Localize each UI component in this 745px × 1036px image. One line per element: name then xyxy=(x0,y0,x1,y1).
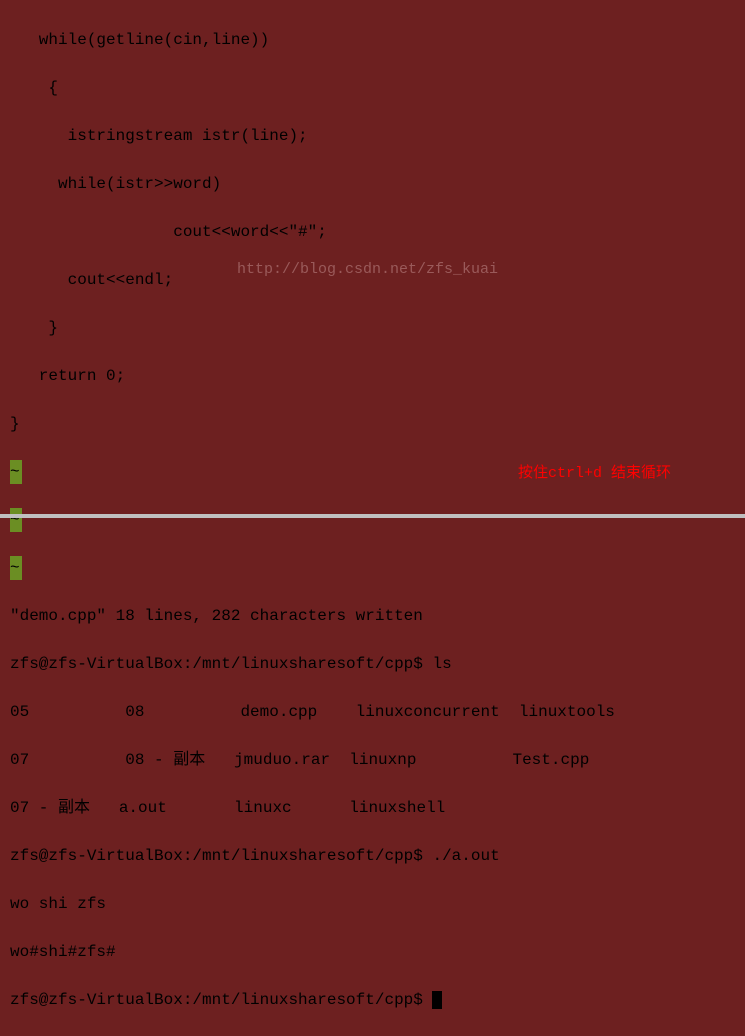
tilde-line: ~ xyxy=(10,508,735,532)
code-line: { xyxy=(10,76,735,100)
terminal-content[interactable]: while(getline(cin,line)) { istringstream… xyxy=(0,0,745,1036)
shell-prompt: zfs@zfs-VirtualBox:/mnt/linuxsharesoft/c… xyxy=(10,844,735,868)
ls-output: 07 - 副本 a.out linuxc linuxshell xyxy=(10,796,735,820)
code-line: istringstream istr(line); xyxy=(10,124,735,148)
shell-prompt: zfs@zfs-VirtualBox:/mnt/linuxsharesoft/c… xyxy=(10,652,735,676)
code-line: while(getline(cin,line)) xyxy=(10,28,735,52)
cursor-icon[interactable] xyxy=(432,991,442,1009)
watermark-text: http://blog.csdn.net/zfs_kuai xyxy=(237,261,498,278)
annotation-text: 按住ctrl+d 结束循环 xyxy=(518,461,671,482)
code-line: cout<<word<<"#"; xyxy=(10,220,735,244)
code-line: } xyxy=(10,316,735,340)
tilde-marker: ~ xyxy=(10,460,22,484)
code-line: } xyxy=(10,412,735,436)
ls-output: 07 08 - 副本 jmuduo.rar linuxnp Test.cpp xyxy=(10,748,735,772)
tilde-marker: ~ xyxy=(10,508,22,532)
tilde-marker: ~ xyxy=(10,556,22,580)
program-input: wo shi zfs xyxy=(10,892,735,916)
program-output: wo#shi#zfs# xyxy=(10,940,735,964)
shell-prompt: zfs@zfs-VirtualBox:/mnt/linuxsharesoft/c… xyxy=(10,988,735,1012)
code-line: return 0; xyxy=(10,364,735,388)
vim-status: "demo.cpp" 18 lines, 282 characters writ… xyxy=(10,604,735,628)
ls-output: 05 08 demo.cpp linuxconcurrent linuxtool… xyxy=(10,700,735,724)
tilde-line: ~ xyxy=(10,556,735,580)
bottom-border xyxy=(0,514,745,518)
code-line: while(istr>>word) xyxy=(10,172,735,196)
